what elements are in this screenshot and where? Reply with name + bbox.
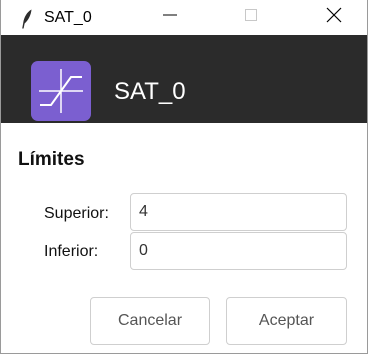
section-title: Límites <box>18 149 85 170</box>
close-icon <box>325 6 343 29</box>
window-title: SAT_0 <box>44 9 92 26</box>
maximize-icon <box>243 7 259 28</box>
superior-input[interactable] <box>130 193 347 231</box>
maximize-button[interactable] <box>228 0 274 35</box>
inferior-label: Inferior: <box>44 243 99 260</box>
block-logo <box>31 61 91 121</box>
dialog-window: SAT_0 SAT_0 Límites Superior: 4 Inferior… <box>0 0 368 354</box>
close-button[interactable] <box>311 0 357 35</box>
minimize-icon <box>162 7 178 28</box>
feather-icon <box>21 9 33 29</box>
superior-label: Superior: <box>44 205 109 222</box>
cancel-button[interactable]: Cancelar <box>90 297 210 345</box>
minimize-button[interactable] <box>147 0 193 35</box>
accept-button[interactable]: Aceptar <box>226 297 347 345</box>
inferior-input[interactable] <box>130 232 347 270</box>
saturation-icon <box>31 69 91 125</box>
dialog-header: SAT_0 <box>1 35 367 123</box>
title-bar[interactable]: SAT_0 <box>1 0 367 35</box>
block-title: SAT_0 <box>114 78 186 105</box>
